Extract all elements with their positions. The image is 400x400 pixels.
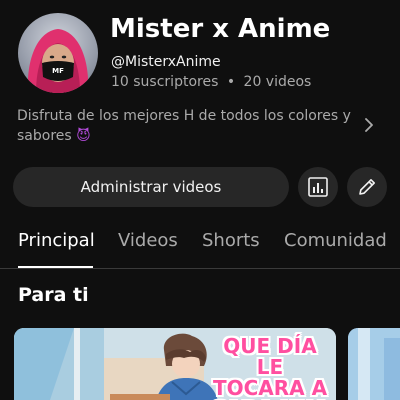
thumbnail-caption: QUE DÍA LE TOCARA A CADA UNA <box>211 334 329 400</box>
svg-text:MF: MF <box>52 67 64 75</box>
channel-page: MF Mister x Anime @MisterxAnime 10 suscr… <box>0 0 400 400</box>
chevron-right-icon[interactable] <box>360 116 378 134</box>
devil-emoji: 😈 <box>76 128 91 144</box>
subscriber-count: 10 suscriptores <box>111 74 219 90</box>
video-thumbnail-next[interactable] <box>348 328 400 400</box>
video-count: 20 videos <box>243 74 312 90</box>
avatar-image: MF <box>27 29 89 93</box>
bar-chart-icon <box>308 177 328 197</box>
video-thumbnail[interactable]: QUE DÍA LE TOCARA A CADA UNA <box>14 328 336 400</box>
channel-handle: @MisterxAnime <box>111 54 221 70</box>
tab-principal[interactable]: Principal <box>18 230 95 251</box>
manage-videos-label: Administrar videos <box>80 178 222 196</box>
tab-shorts[interactable]: Shorts <box>202 230 260 251</box>
tab-videos[interactable]: Videos <box>118 230 178 251</box>
thumbnail-artwork-next <box>348 328 400 400</box>
edit-channel-button[interactable] <box>347 167 387 207</box>
channel-description[interactable]: Disfruta de los mejores H de todos los c… <box>17 106 357 146</box>
manage-videos-button[interactable]: Administrar videos <box>13 167 289 207</box>
stats-separator: • <box>226 74 236 90</box>
channel-tabs: Principal Videos Shorts Comunidad <box>0 222 400 268</box>
pencil-icon <box>359 179 375 195</box>
section-title: Para ti <box>18 284 89 306</box>
description-text: Disfruta de los mejores H de todos los c… <box>17 108 351 144</box>
channel-avatar[interactable]: MF <box>18 13 98 93</box>
tab-comunidad[interactable]: Comunidad <box>284 230 387 251</box>
tabs-divider <box>0 268 400 269</box>
channel-stats: 10 suscriptores • 20 videos <box>111 74 311 90</box>
channel-name: Mister x Anime <box>110 14 331 44</box>
analytics-button[interactable] <box>298 167 338 207</box>
